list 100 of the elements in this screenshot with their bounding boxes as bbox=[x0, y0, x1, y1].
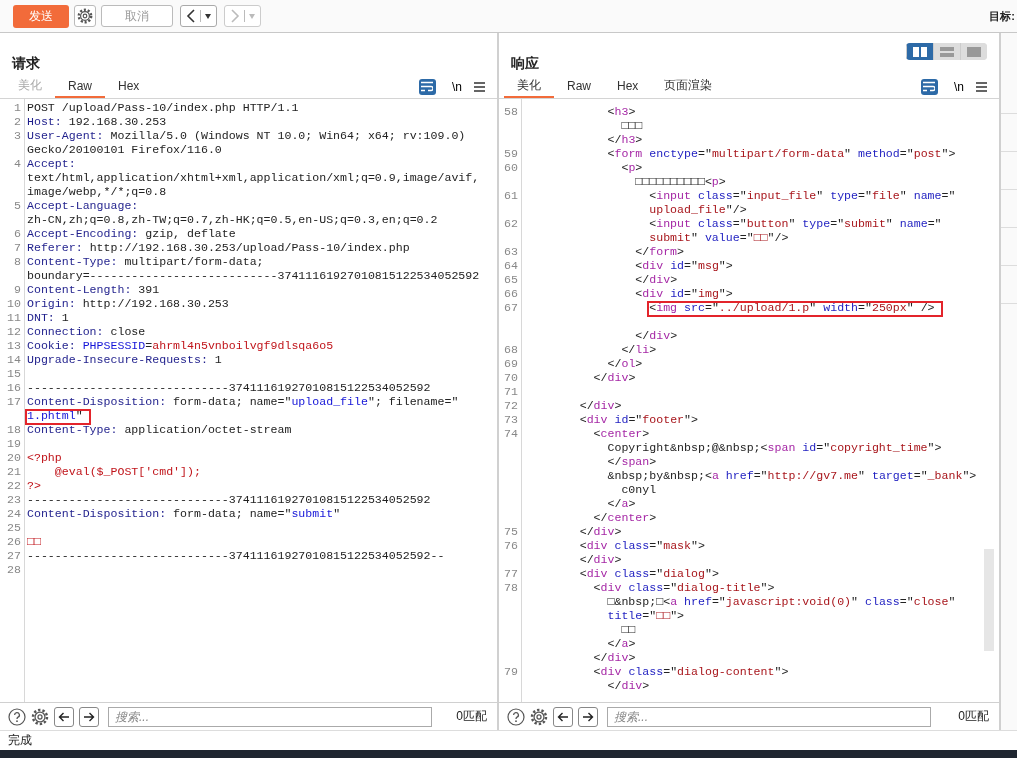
pane-title: 响应 bbox=[511, 55, 539, 73]
line-number: 70 bbox=[504, 371, 518, 384]
line-number: 75 bbox=[504, 525, 518, 538]
line-number: 78 bbox=[504, 581, 518, 594]
line-number: 68 bbox=[504, 343, 518, 356]
tab[interactable]: 美化 bbox=[504, 75, 554, 98]
settings-icon bbox=[31, 707, 49, 726]
line-number: 73 bbox=[504, 413, 518, 426]
code-line: image/webp,*/*;q=0.8 bbox=[27, 185, 167, 199]
line-number: 17 bbox=[7, 395, 21, 408]
next-match-button[interactable] bbox=[578, 706, 598, 727]
code-line: □□ bbox=[621, 623, 636, 637]
code-line: text/html,application/xhtml+xml,application/xml;q=0.9,image/avif, bbox=[27, 171, 480, 185]
code-line: <div id="msg"> bbox=[635, 259, 733, 273]
code-line: Cookie: PHPSESSID=ahrml4n5vnboilvgf9dlsqa6o5 bbox=[27, 339, 334, 353]
wrap-icon bbox=[923, 81, 936, 92]
code-line: c0nyl bbox=[621, 483, 657, 497]
code-line: &nbsp;by&nbsp;<a href="http://gv7.me" target="_bank"> bbox=[607, 469, 977, 483]
newline-toggle[interactable]: \n bbox=[444, 75, 470, 98]
chevron-left-icon bbox=[185, 9, 197, 23]
caret-icon bbox=[248, 12, 256, 20]
line-number: 69 bbox=[504, 357, 518, 370]
search-field[interactable]: 搜索... bbox=[108, 706, 432, 727]
line-number: 9 bbox=[14, 283, 21, 296]
code-line: </div> bbox=[593, 371, 636, 385]
search-field[interactable]: 搜索... bbox=[607, 706, 931, 727]
line-number: 28 bbox=[7, 563, 21, 576]
help-button[interactable] bbox=[8, 707, 26, 726]
code-line: <div id="footer"> bbox=[579, 413, 698, 427]
next-match-button[interactable] bbox=[79, 706, 99, 727]
code-line: Content-Disposition: form-data; name="submit" bbox=[27, 507, 341, 521]
code-line: Content-Disposition: form-data; name="upload_file"; filename=" bbox=[27, 395, 459, 409]
help-icon bbox=[8, 707, 26, 726]
code-line: </div> bbox=[593, 651, 636, 665]
line-number: 10 bbox=[7, 297, 21, 310]
line-number: 6 bbox=[14, 227, 21, 240]
code-line: DNT: 1 bbox=[27, 311, 69, 325]
caret-icon bbox=[204, 12, 212, 20]
settings-icon bbox=[530, 707, 548, 726]
code-line: </span> bbox=[607, 455, 657, 469]
tab[interactable]: Hex bbox=[105, 75, 153, 98]
code-line: </h3> bbox=[607, 133, 643, 147]
code-line: <form enctype="multipart/form-data" method="post"> bbox=[607, 147, 956, 161]
code-line: </form> bbox=[635, 245, 685, 259]
code-line: -----------------------------37411161927010815122534052592 bbox=[27, 381, 431, 395]
tab[interactable]: 页面渲染 bbox=[651, 75, 726, 98]
code-line: <p> bbox=[621, 161, 643, 175]
target-label: 目标: bbox=[989, 8, 1016, 24]
line-number: 71 bbox=[504, 385, 518, 398]
settings-button[interactable] bbox=[74, 5, 96, 27]
tab[interactable]: Hex bbox=[604, 75, 652, 98]
code-line: -----------------------------37411161927010815122534052592-- bbox=[27, 549, 445, 563]
wrap-lines-button[interactable] bbox=[419, 78, 436, 95]
line-number: 12 bbox=[7, 325, 21, 338]
line-number: 19 bbox=[7, 437, 21, 450]
wrap-icon bbox=[421, 81, 434, 92]
line-number: 14 bbox=[7, 353, 21, 366]
code-line: </a> bbox=[607, 637, 636, 651]
line-number: 74 bbox=[504, 427, 518, 440]
left-arrow-icon bbox=[557, 710, 569, 723]
back-button[interactable] bbox=[180, 5, 217, 27]
code-line: Host: 192.168.30.253 bbox=[27, 115, 167, 129]
line-number: 22 bbox=[7, 479, 21, 492]
settings-button[interactable] bbox=[31, 707, 49, 726]
line-number: 27 bbox=[7, 549, 21, 562]
line-number: 21 bbox=[7, 465, 21, 478]
wrap-lines-button[interactable] bbox=[921, 78, 938, 95]
line-number: 77 bbox=[504, 567, 518, 580]
code-line: ?> bbox=[27, 479, 41, 493]
scrollbar-thumb[interactable] bbox=[984, 549, 994, 651]
previous-match-button[interactable] bbox=[553, 706, 573, 727]
code-line: </div> bbox=[635, 273, 678, 287]
tab[interactable]: Raw bbox=[554, 75, 604, 98]
code-line: <input class="input_file" type="file" name=" bbox=[649, 189, 956, 203]
code-line: □□□ bbox=[621, 119, 643, 133]
line-number: 20 bbox=[7, 451, 21, 464]
help-button[interactable] bbox=[507, 707, 525, 726]
code-line: zh-CN,zh;q=0.8,zh-TW;q=0.7,zh-HK;q=0.5,en-US;q=0.3,en;q=0.2 bbox=[27, 213, 438, 227]
code-line: Content-Length: 391 bbox=[27, 283, 160, 297]
menu-icon bbox=[976, 81, 987, 92]
split-view-button[interactable] bbox=[906, 43, 933, 60]
line-number: 4 bbox=[14, 157, 21, 170]
code-line: <center> bbox=[593, 427, 650, 441]
tab[interactable]: Raw bbox=[55, 75, 105, 98]
code-line: □□□□□□□□□□<p> bbox=[635, 175, 726, 189]
code-line: □&nbsp;□<a href="javascript:void(0)" class="close" bbox=[607, 595, 956, 609]
code-line: □□ bbox=[27, 535, 41, 549]
code-line: </a> bbox=[607, 497, 636, 511]
code-line: </center> bbox=[593, 511, 657, 525]
settings-button[interactable] bbox=[530, 707, 548, 726]
line-number: 8 bbox=[14, 255, 21, 268]
help-icon bbox=[507, 707, 525, 726]
chevron-right-icon bbox=[229, 9, 241, 23]
line-number: 13 bbox=[7, 339, 21, 352]
code-line: <div class="dialog-content"> bbox=[593, 665, 789, 679]
line-number: 16 bbox=[7, 381, 21, 394]
newline-toggle[interactable]: \n bbox=[946, 75, 972, 98]
status-text: 完成 bbox=[8, 732, 32, 749]
previous-match-button[interactable] bbox=[54, 706, 74, 727]
line-number: 59 bbox=[504, 147, 518, 160]
